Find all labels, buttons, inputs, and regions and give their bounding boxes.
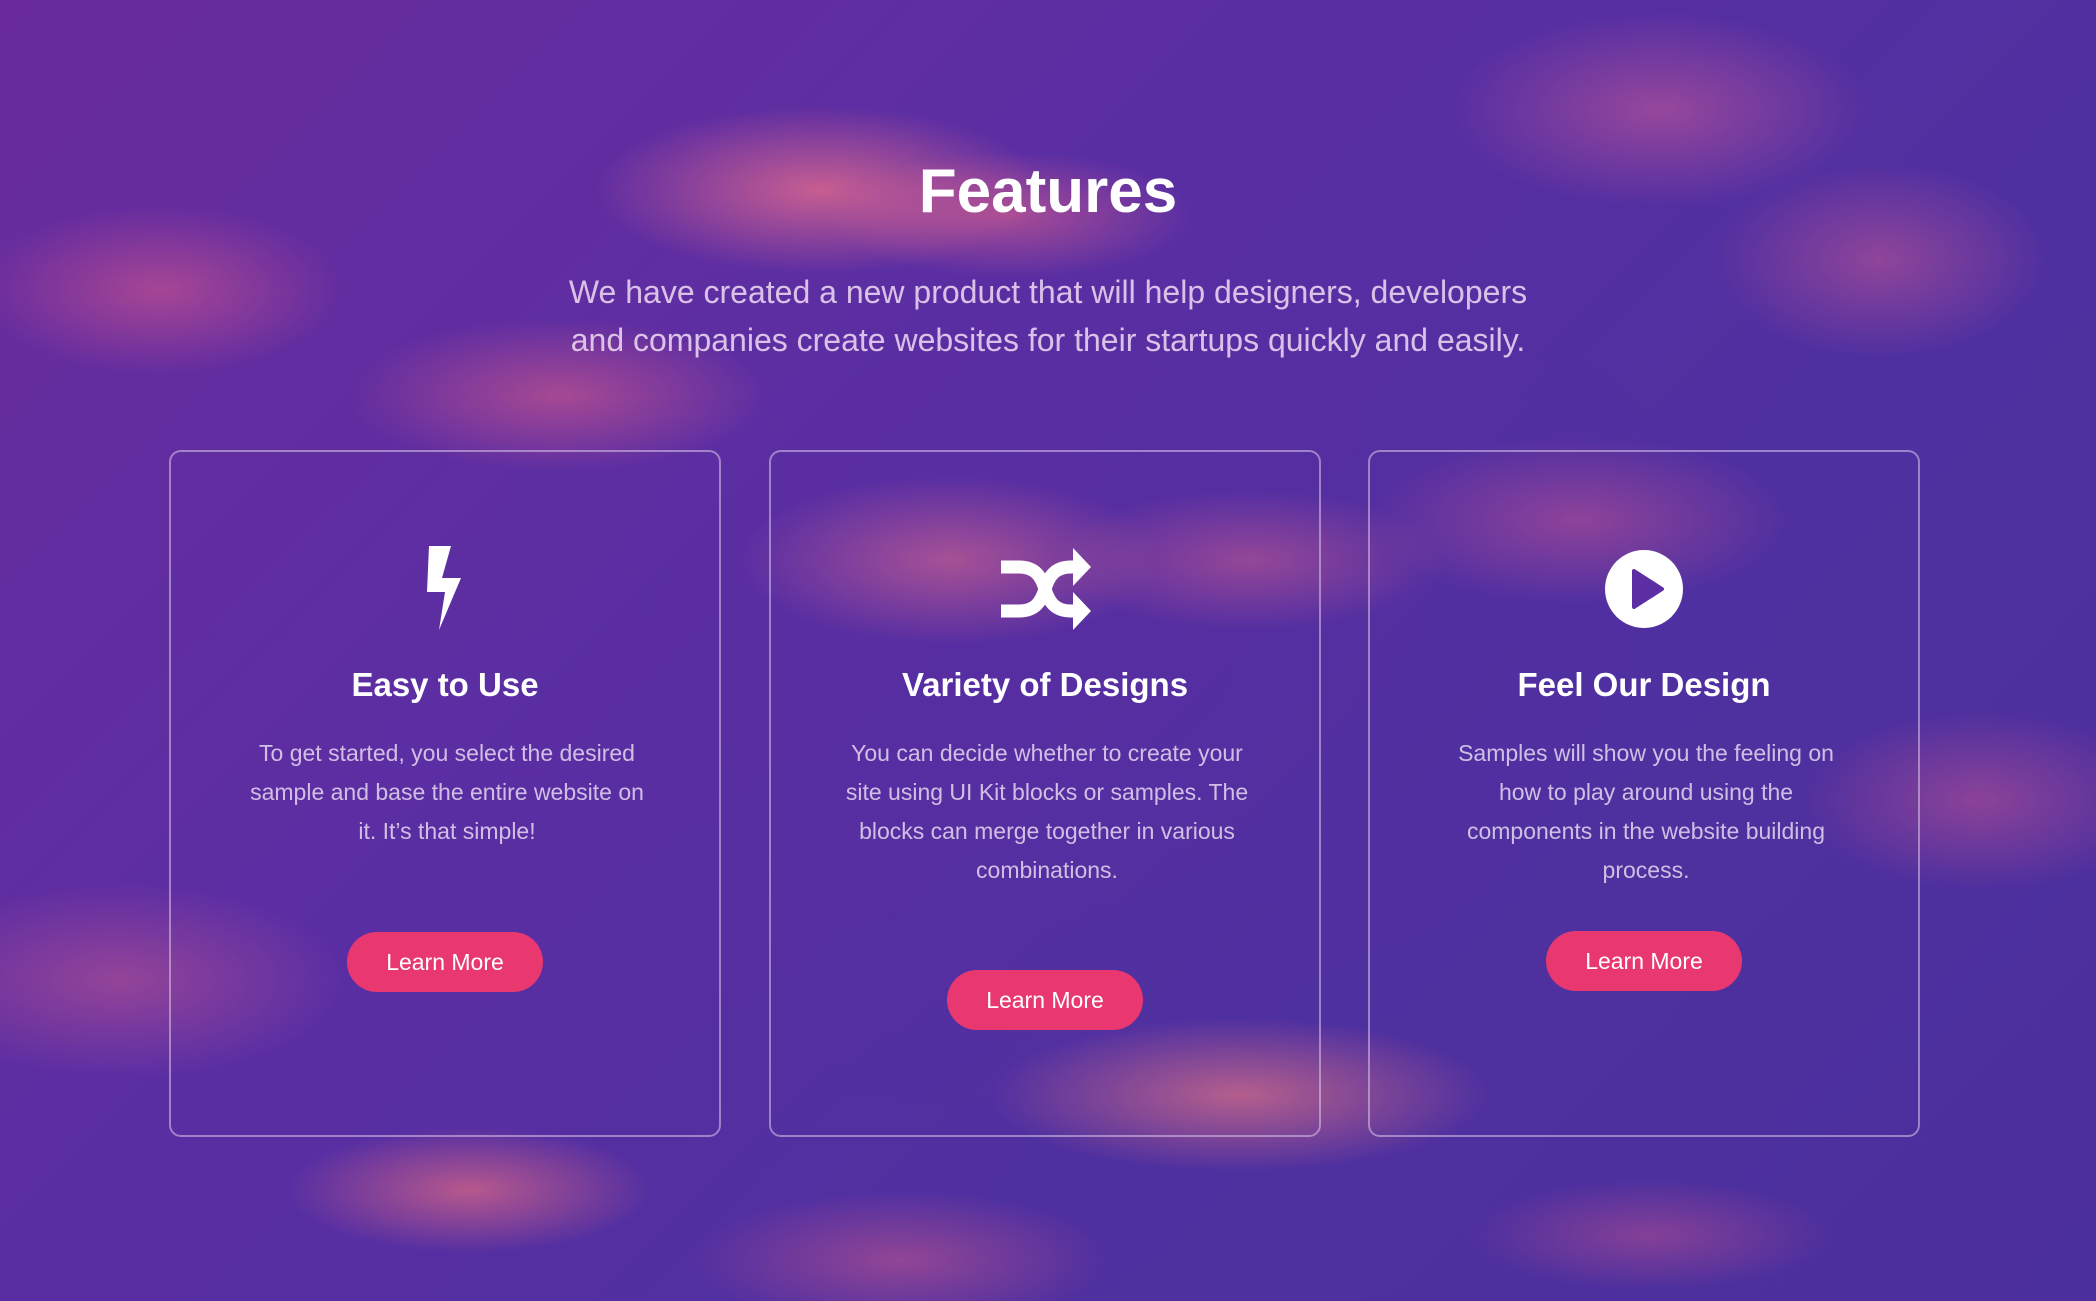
feature-card-title: Easy to Use xyxy=(351,666,539,703)
feature-card-description: To get started, you select the desired s… xyxy=(250,740,644,844)
section-subtitle: We have created a new product that will … xyxy=(448,268,1648,364)
feature-card-variety-of-designs: Variety of Designs You can decide whethe… xyxy=(769,450,1321,1137)
lightning-icon xyxy=(171,544,719,634)
learn-more-button[interactable]: Learn More xyxy=(347,932,543,992)
section-title: Features xyxy=(918,157,1178,226)
play-circle-icon xyxy=(1370,544,1918,634)
feature-card-easy-to-use: Easy to Use To get started, you select t… xyxy=(169,450,721,1137)
feature-card-title: Feel Our Design xyxy=(1517,666,1771,703)
feature-card-description: You can decide whether to create your si… xyxy=(845,740,1249,883)
feature-card-description: Samples will show you the feeling on how… xyxy=(1458,740,1834,883)
subtitle-line-1: We have created a new product that will … xyxy=(568,274,1528,310)
shuffle-icon xyxy=(771,544,1319,634)
feature-card-title: Variety of Designs xyxy=(901,666,1189,703)
features-section: Features We have created a new product t… xyxy=(0,0,2096,1301)
learn-more-button[interactable]: Learn More xyxy=(1546,931,1742,991)
subtitle-line-2: and companies create websites for their … xyxy=(570,322,1526,358)
learn-more-button[interactable]: Learn More xyxy=(947,970,1143,1030)
feature-card-feel-our-design: Feel Our Design Samples will show you th… xyxy=(1368,450,1920,1137)
